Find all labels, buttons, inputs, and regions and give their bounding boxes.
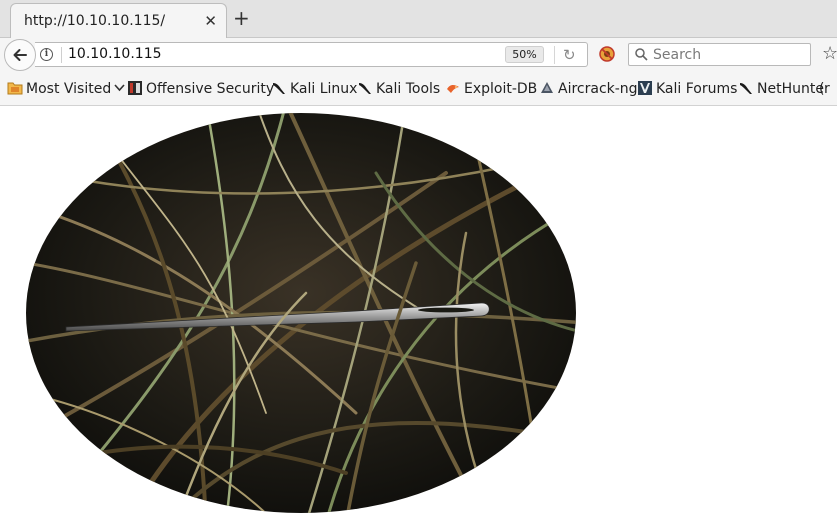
url-bar[interactable]: i 10.10.10.115 50% ↻: [35, 42, 588, 67]
url-separator: [61, 47, 62, 63]
back-button[interactable]: [4, 39, 36, 71]
bookmark-nethunter[interactable]: NetHunter: [738, 80, 830, 98]
site-info-icon[interactable]: i: [40, 48, 53, 61]
bookmark-offensive-security[interactable]: Offensive Security: [127, 80, 274, 98]
bookmarks-overflow-icon[interactable]: (: [819, 80, 824, 98]
bookmark-kali-tools[interactable]: Kali Tools: [357, 80, 440, 98]
tab-close-icon[interactable]: ✕: [204, 12, 217, 30]
bookmark-most-visited[interactable]: Most Visited: [7, 80, 125, 98]
kali-dragon-icon: [359, 83, 371, 94]
kali-dragon-icon: [273, 83, 285, 94]
back-arrow-icon: [13, 49, 27, 61]
search-placeholder: Search: [653, 47, 702, 63]
search-input[interactable]: Search: [628, 43, 811, 66]
reload-separator: [554, 46, 555, 64]
kali-dragon-icon: [740, 83, 752, 94]
bookmark-star-icon[interactable]: ☆: [822, 44, 837, 64]
bookmarks-toolbar: Most Visited Offensive Security Kali Lin…: [0, 72, 837, 106]
new-tab-button[interactable]: +: [233, 8, 250, 28]
needle-in-haystack-icon: [26, 113, 576, 513]
page-content: [0, 106, 837, 528]
blocked-extension-icon[interactable]: [599, 46, 615, 62]
chevron-down-icon: [114, 84, 125, 92]
bookmark-aircrack-ng[interactable]: Aircrack-ng: [539, 80, 638, 98]
offsec-icon: [128, 81, 142, 95]
zoom-level-badge[interactable]: 50%: [505, 46, 544, 63]
kali-forums-icon: [638, 81, 652, 95]
bookmark-exploit-db[interactable]: Exploit-DB: [445, 80, 537, 98]
exploitdb-icon: [447, 84, 459, 93]
reload-icon[interactable]: ↻: [563, 46, 576, 64]
tab-title: http://10.10.10.115/: [24, 13, 166, 29]
url-text[interactable]: 10.10.10.115: [68, 46, 162, 62]
bookmark-kali-forums[interactable]: Kali Forums: [637, 80, 737, 98]
search-icon: [635, 48, 648, 61]
folder-icon: [7, 82, 23, 95]
navigation-bar: i 10.10.10.115 50% ↻ Search ☆: [0, 38, 837, 72]
bookmark-kali-linux[interactable]: Kali Linux: [271, 80, 357, 98]
aircrack-icon: [541, 82, 553, 93]
tab-strip: http://10.10.10.115/ ✕ +: [0, 0, 837, 38]
tab-active[interactable]: http://10.10.10.115/ ✕: [10, 3, 227, 38]
